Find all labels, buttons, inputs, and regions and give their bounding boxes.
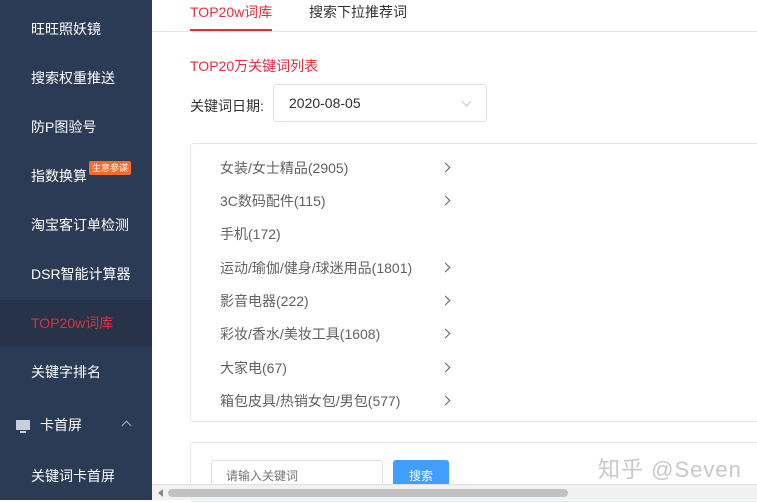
sidebar-item-wangwang-mirror[interactable]: 旺旺照妖镜 — [0, 6, 152, 52]
chevron-right-icon — [440, 262, 451, 273]
chevron-right-icon — [440, 295, 451, 306]
scroll-left-arrow-icon[interactable] — [158, 489, 163, 497]
tab-top20w[interactable]: TOP20w词库 — [190, 2, 272, 22]
scrollbar-thumb[interactable] — [168, 489, 568, 497]
date-select[interactable]: 2020-08-05 — [273, 84, 487, 122]
sidebar-item-label: 淘宝客订单检测 — [31, 217, 129, 233]
chevron-right-icon — [440, 328, 451, 339]
sidebar-group-first-screen[interactable]: 卡首屏 — [0, 402, 152, 448]
sidebar-item-label: 防P图验号 — [31, 119, 97, 135]
sidebar-item-keyword-rank[interactable]: 关键字排名 — [0, 349, 152, 395]
date-label: 关键词日期: — [190, 98, 264, 114]
chevron-up-icon — [121, 420, 132, 431]
badge: 生意参谋 — [89, 161, 132, 175]
sidebar-item-anti-p-verify[interactable]: 防P图验号 — [0, 104, 152, 150]
sidebar: 旺旺照妖镜 搜索权重推送 防P图验号 指数换算 生意参谋 淘宝客订单检测 DSR… — [0, 0, 152, 500]
chevron-down-icon — [461, 96, 472, 107]
chevron-right-icon — [440, 395, 451, 406]
chevron-right-icon — [440, 162, 451, 173]
sidebar-item-label: TOP20w词库 — [31, 315, 114, 331]
category-item[interactable]: 3C数码配件(115) — [220, 191, 460, 211]
sidebar-item-label: DSR智能计算器 — [31, 266, 131, 282]
sidebar-item-taoke-order[interactable]: 淘宝客订单检测 — [0, 202, 152, 248]
sidebar-item-index-convert[interactable]: 指数换算 生意参谋 — [0, 153, 152, 199]
date-value: 2020-08-05 — [289, 95, 361, 111]
main-content: TOP20w词库 搜索下拉推荐词 TOP20万关键词列表 关键词日期: 2020… — [152, 0, 757, 502]
sidebar-item-label: 搜索权重推送 — [31, 70, 115, 86]
chevron-right-icon — [440, 362, 451, 373]
category-item[interactable]: 女装/女士精品(2905) — [220, 158, 460, 178]
sidebar-item-label: 关键字排名 — [31, 364, 101, 380]
category-panel: 女装/女士精品(2905) 3C数码配件(115) 手机(172) 运动/瑜伽/… — [190, 143, 757, 422]
sidebar-item-top20w[interactable]: TOP20w词库 — [0, 300, 152, 346]
chevron-right-icon — [440, 195, 451, 206]
monitor-icon — [16, 420, 30, 433]
category-item[interactable]: 手机(172) — [220, 224, 460, 244]
category-item[interactable]: 影音电器(222) — [220, 291, 460, 311]
category-item[interactable]: 运动/瑜伽/健身/球迷用品(1801) — [220, 258, 460, 278]
sidebar-item-label: 指数换算 — [31, 168, 87, 184]
category-item[interactable]: 箱包皮具/热销女包/男包(577) — [220, 391, 460, 411]
sidebar-item-label: 关键词卡首屏 — [31, 468, 115, 484]
sidebar-item-dsr-calculator[interactable]: DSR智能计算器 — [0, 251, 152, 297]
category-item[interactable]: 彩妆/香水/美妆工具(1608) — [220, 324, 460, 344]
section-title: TOP20万关键词列表 — [190, 58, 319, 74]
sidebar-item-label: 旺旺照妖镜 — [31, 21, 101, 37]
sidebar-item-keyword-first-screen[interactable]: 关键词卡首屏 — [0, 453, 152, 499]
sidebar-group-label: 卡首屏 — [40, 417, 82, 433]
horizontal-scrollbar[interactable] — [152, 484, 757, 500]
sidebar-item-search-weight[interactable]: 搜索权重推送 — [0, 55, 152, 101]
tab-search-dropdown[interactable]: 搜索下拉推荐词 — [309, 2, 407, 22]
active-tab-indicator — [190, 29, 272, 31]
category-item[interactable]: 大家电(67) — [220, 358, 460, 378]
watermark: 知乎 @Seven — [598, 457, 742, 482]
tab-bar: TOP20w词库 搜索下拉推荐词 — [152, 0, 757, 32]
